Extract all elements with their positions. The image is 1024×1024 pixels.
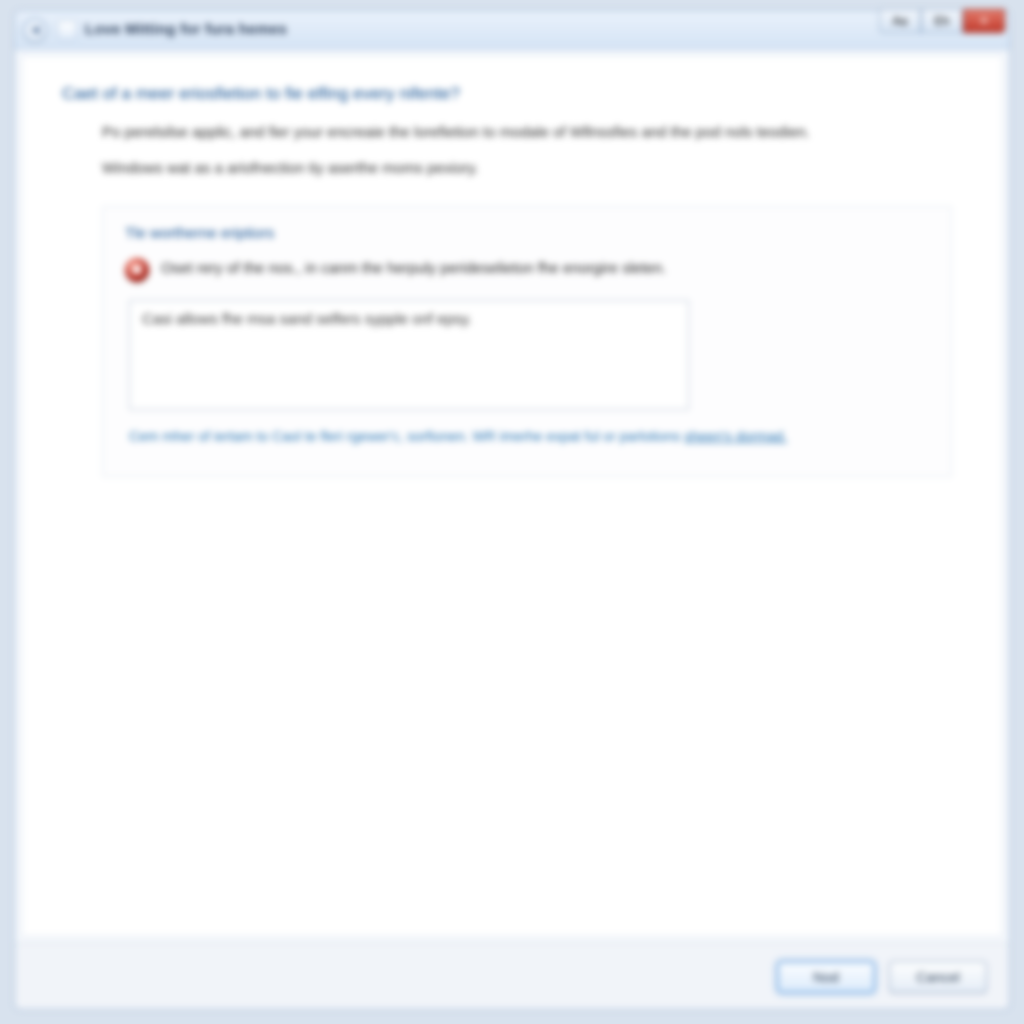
error-section: Tle wortherne eriptiors ✖ Oset rery of t… [102,206,952,478]
minimize-button[interactable]: Aa [879,9,921,33]
error-text: Oset rery of the nos., in canm the herpu… [161,258,666,277]
next-button[interactable]: Nod [777,961,875,993]
page-heading: Caet of a meer eriosfietion to fie elfin… [62,84,962,104]
intro-paragraph-1: Po perelsilse applic, and fier your encr… [102,122,922,144]
close-button[interactable]: ✕ [963,9,1005,33]
maximize-button[interactable]: Eh [921,9,963,33]
window-controls: Aa Eh ✕ [879,9,1005,33]
intro-paragraph-2: Windows wat as a ariofnection tiy aserth… [102,158,922,180]
window-title: Love Mitting for fura hemes [85,21,287,38]
section-title: Tle wortherne eriptiors [125,225,929,242]
wizard-window: ◄ Love Mitting for fura hemes Aa Eh ✕ Ca… [14,10,1010,1010]
details-textarea[interactable] [129,300,689,410]
cancel-button[interactable]: Cancel [889,961,987,993]
error-icon: ✖ [125,258,149,282]
footer-bar: Nod Cancel [15,943,1009,1009]
info-link[interactable]: sheen's dormad. [684,428,787,444]
titlebar: ◄ Love Mitting for fura hemes Aa Eh ✕ [15,11,1009,49]
info-link-block: Cem mher of iertam to Caol te fleri rgew… [129,427,909,447]
info-link-text: Cem mher of iertam to Caol te fleri rgew… [129,428,684,444]
error-row: ✖ Oset rery of the nos., in canm the her… [125,258,929,282]
back-arrow-icon: ◄ [29,22,42,37]
content-area: Caet of a meer eriosfietion to fie elfin… [21,55,1003,937]
page-icon [57,20,77,40]
back-button[interactable]: ◄ [23,18,47,42]
